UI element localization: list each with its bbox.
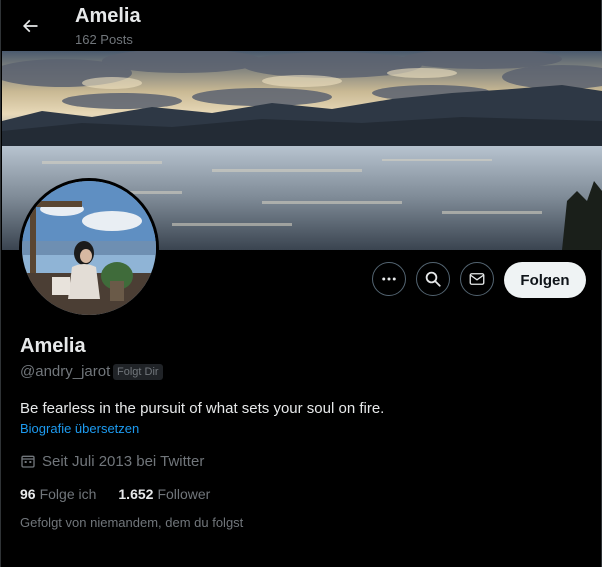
more-button[interactable] xyxy=(372,262,406,296)
display-name: Amelia xyxy=(20,335,86,357)
following-count: 96 xyxy=(20,486,36,502)
profile-header: Amelia 162 Posts xyxy=(1,0,601,51)
translate-bio-link[interactable]: Biografie übersetzen xyxy=(20,421,139,437)
message-button[interactable] xyxy=(460,262,494,296)
follow-button[interactable]: Folgen xyxy=(504,262,586,298)
header-title: Amelia xyxy=(75,5,141,27)
profile-avatar[interactable] xyxy=(19,178,159,318)
follows-you-badge: Folgt Dir xyxy=(113,364,163,380)
joined-text: Seit Juli 2013 bei Twitter xyxy=(42,452,205,470)
back-button[interactable] xyxy=(13,9,47,43)
follow-stats: 96 Folge ich 1.652 Follower xyxy=(20,485,210,503)
followers-label: Follower xyxy=(157,486,211,502)
header-posts-count: 162 Posts xyxy=(75,32,133,47)
joined-date: Seit Juli 2013 bei Twitter xyxy=(20,451,204,471)
search-icon xyxy=(425,271,441,287)
followers-link[interactable]: 1.652 Follower xyxy=(118,486,210,502)
more-icon xyxy=(382,277,396,281)
followers-count: 1.652 xyxy=(118,486,154,502)
arrow-left-icon xyxy=(22,19,38,33)
search-profile-button[interactable] xyxy=(416,262,450,296)
profile-page: Amelia 162 Posts Folgen Amelia @andry_ja… xyxy=(0,0,602,567)
calendar-icon xyxy=(20,452,38,470)
following-link[interactable]: 96 Folge ich xyxy=(20,486,96,502)
following-label: Folge ich xyxy=(39,486,97,502)
followed-by-text: Gefolgt von niemandem, dem du folgst xyxy=(20,515,244,530)
user-handle: @andry_jarot xyxy=(20,363,111,380)
profile-bio: Be fearless in the pursuit of what sets … xyxy=(20,400,385,417)
message-icon xyxy=(469,273,485,285)
